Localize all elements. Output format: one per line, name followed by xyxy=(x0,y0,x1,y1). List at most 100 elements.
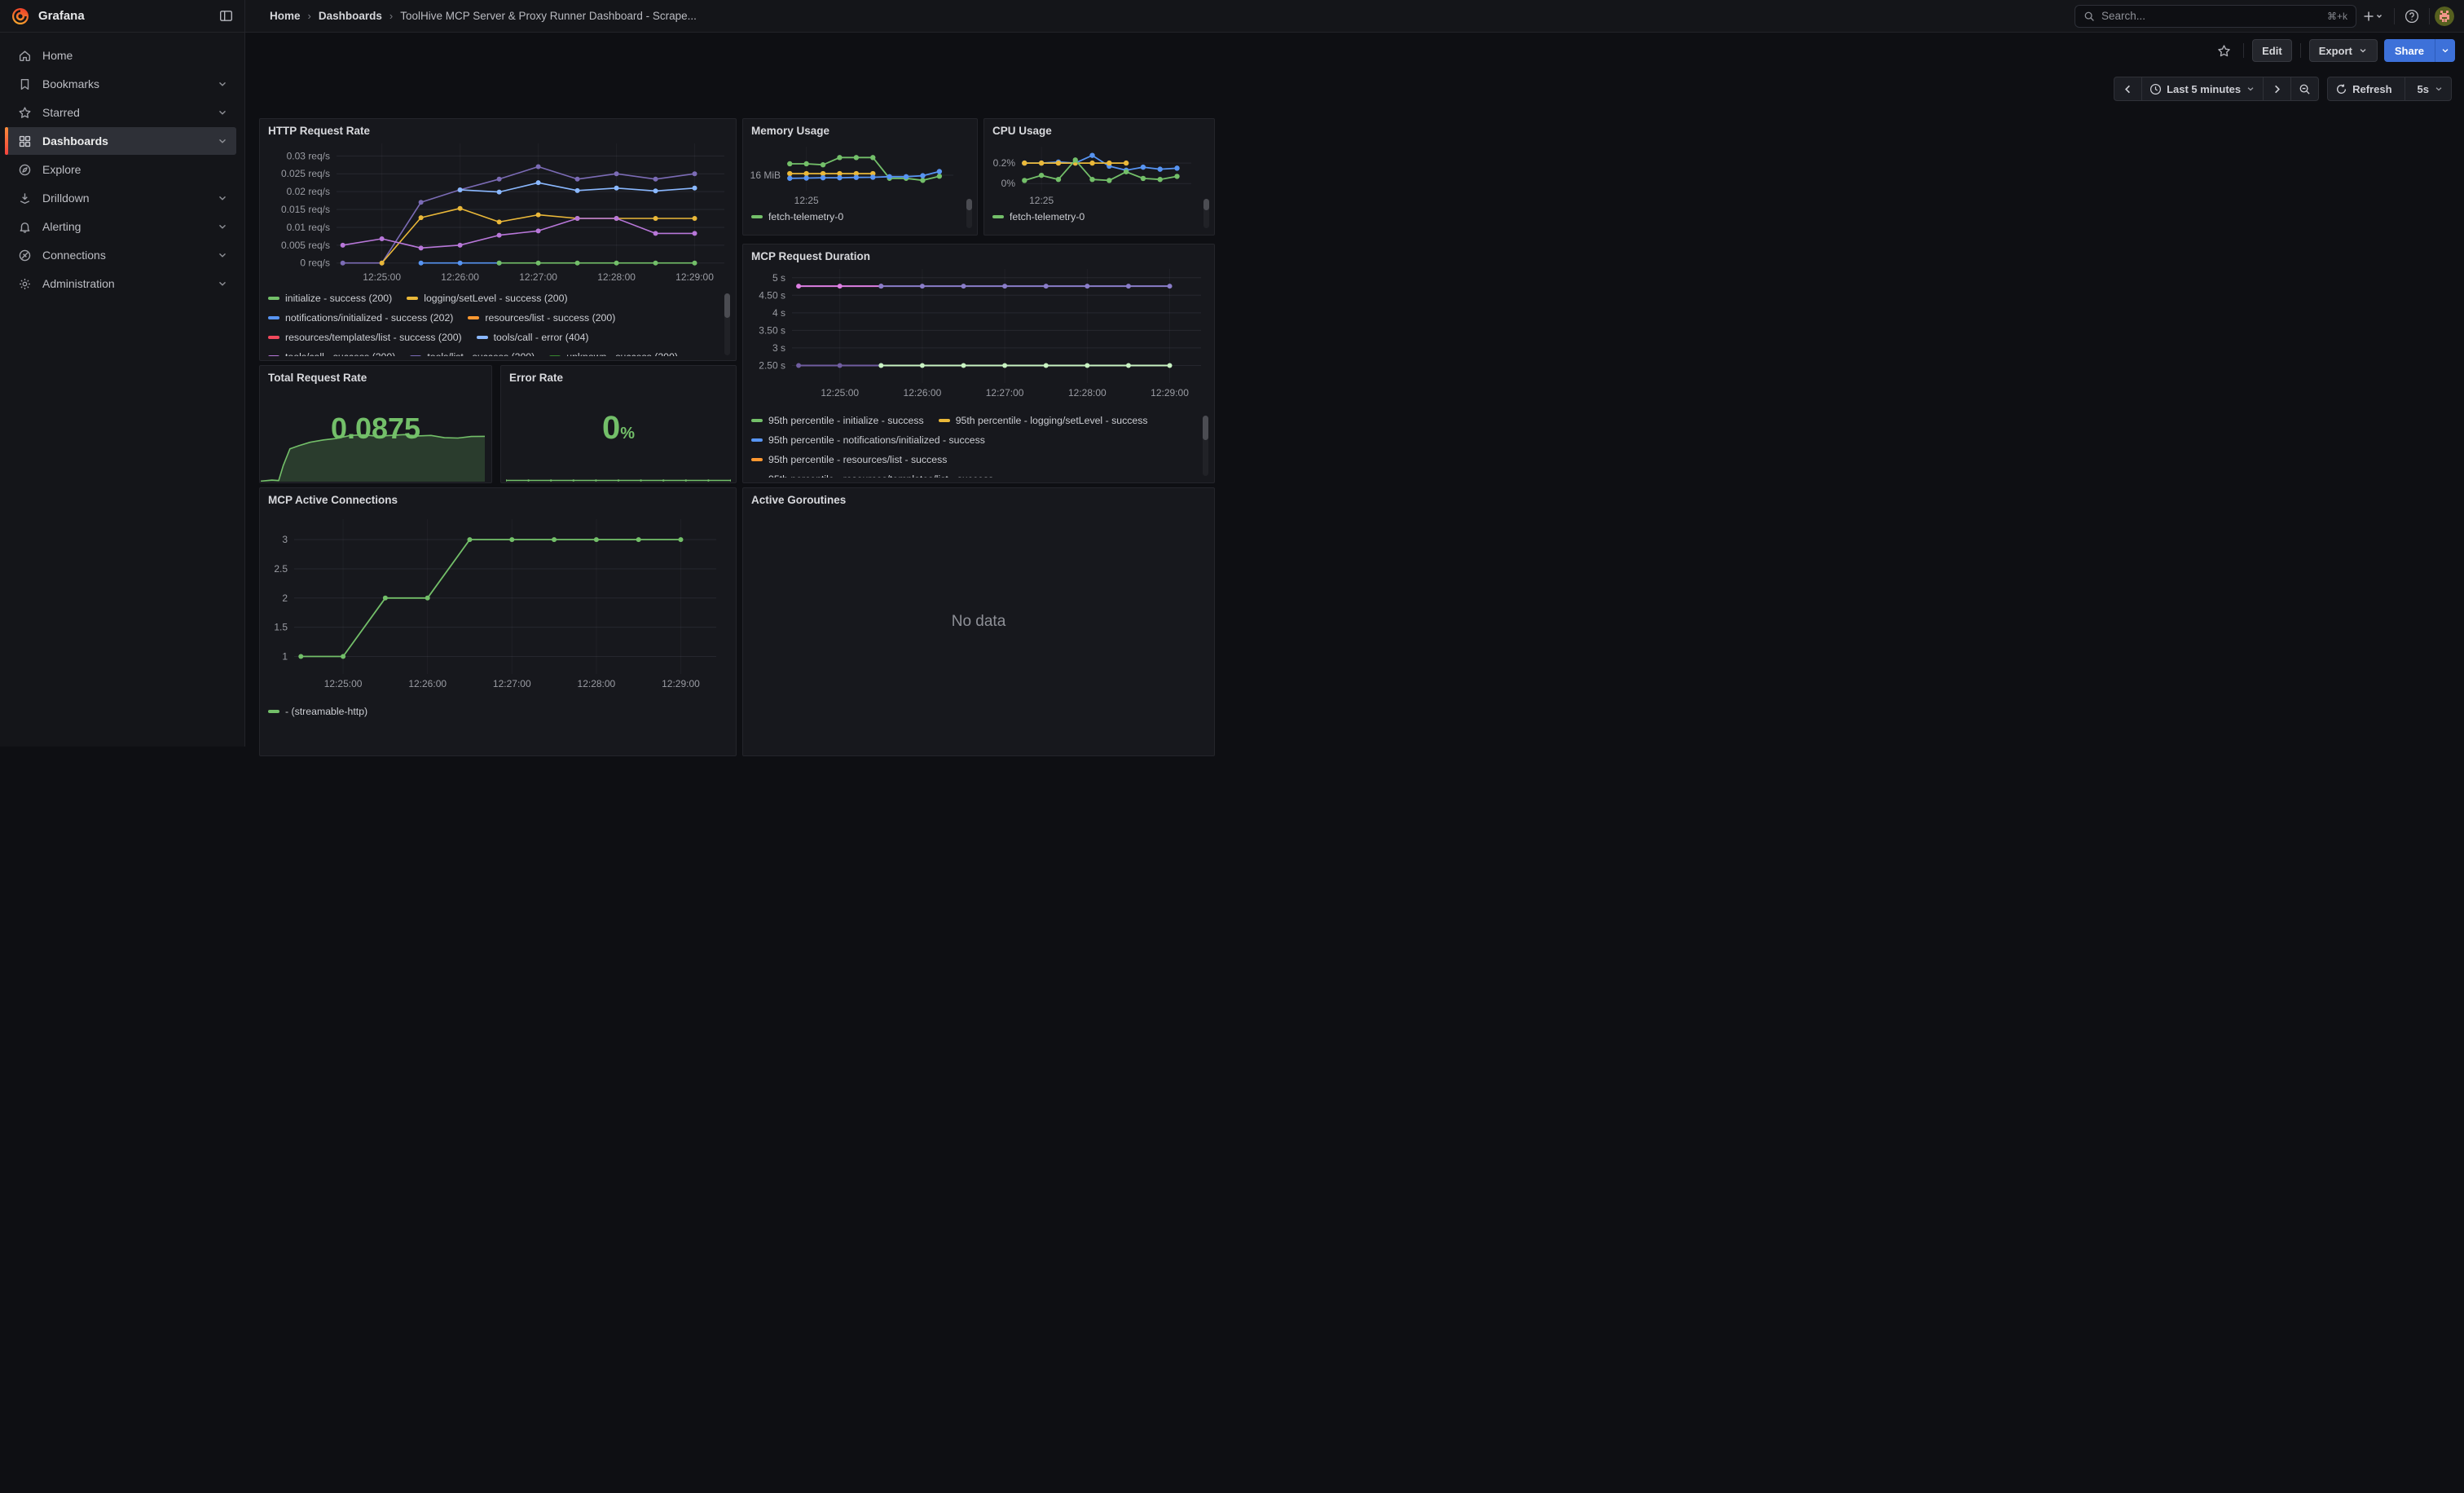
chevron-down-icon[interactable] xyxy=(217,78,228,90)
legend-item[interactable]: tools/call - error (404) xyxy=(477,332,589,343)
legend-item[interactable]: - (streamable-http) xyxy=(268,706,367,717)
chevron-down-icon[interactable] xyxy=(217,249,228,261)
sidebar-header: Grafana xyxy=(0,0,244,33)
refresh-group: Refresh 5s xyxy=(2327,77,2452,101)
total-request-rate-value: 0.0875 xyxy=(260,412,491,446)
plug-icon xyxy=(18,249,32,262)
star-icon xyxy=(18,106,32,120)
sidebar-item-label: Home xyxy=(42,49,73,62)
chevron-down-icon xyxy=(2246,84,2255,94)
sidebar-item-administration[interactable]: Administration xyxy=(5,270,236,297)
svg-text:4 s: 4 s xyxy=(772,307,785,319)
panel-title[interactable]: MCP Active Connections xyxy=(268,494,398,506)
sidebar-item-drilldown[interactable]: Drilldown xyxy=(5,184,236,212)
apps-icon xyxy=(18,134,32,148)
legend-item[interactable]: 95th percentile - initialize - success xyxy=(751,415,924,426)
share-button[interactable]: Share xyxy=(2384,39,2455,62)
svg-text:16 MiB: 16 MiB xyxy=(750,170,781,181)
sidebar-item-bookmarks[interactable]: Bookmarks xyxy=(5,70,236,98)
legend-label: notifications/initialized - success (202… xyxy=(285,312,453,324)
legend-scrollbar[interactable] xyxy=(724,293,730,355)
panel-title[interactable]: MCP Request Duration xyxy=(751,250,870,262)
chevron-down-icon[interactable] xyxy=(217,278,228,289)
cpu-usage-chart[interactable]: 12:250.2%0% xyxy=(988,139,1198,205)
legend-scrollbar[interactable] xyxy=(1203,416,1208,476)
chevron-down-icon[interactable] xyxy=(217,221,228,232)
memory-usage-chart[interactable]: 12:2516 MiB xyxy=(746,139,960,205)
panel-title[interactable]: HTTP Request Rate xyxy=(268,125,370,137)
sidebar-item-connections[interactable]: Connections xyxy=(5,241,236,269)
avatar[interactable] xyxy=(2435,7,2454,26)
panel-title[interactable]: Error Rate xyxy=(509,372,563,384)
chevron-down-icon[interactable] xyxy=(217,135,228,147)
sidebar-item-alerting[interactable]: Alerting xyxy=(5,213,236,240)
legend-scrollbar[interactable] xyxy=(966,199,972,228)
share-label[interactable]: Share xyxy=(2384,39,2435,62)
legend-label: 95th percentile - resources/list - succe… xyxy=(768,454,947,465)
legend-item[interactable]: 95th percentile - resources/templates/li… xyxy=(751,473,993,478)
svg-text:12:27:00: 12:27:00 xyxy=(519,271,557,283)
time-controls: Last 5 minutes Refresh 5s xyxy=(2114,77,2452,101)
legend-swatch xyxy=(477,336,488,339)
legend-item[interactable]: 95th percentile - logging/setLevel - suc… xyxy=(939,415,1148,426)
breadcrumb-home[interactable]: Home xyxy=(270,10,301,22)
legend-scrollbar[interactable] xyxy=(1203,199,1209,228)
http-request-rate-chart[interactable]: 12:25:0012:26:0012:27:0012:28:0012:29:00… xyxy=(266,137,731,292)
legend-item[interactable]: tools/list - success (200) xyxy=(410,351,535,356)
search-shortcut: ⌘+k xyxy=(2327,11,2347,22)
zoom-out-button[interactable] xyxy=(2290,77,2319,101)
svg-text:0.025 req/s: 0.025 req/s xyxy=(281,168,330,179)
sidebar-item-explore[interactable]: Explore xyxy=(5,156,236,183)
edit-button[interactable]: Edit xyxy=(2252,39,2292,62)
chevron-down-icon[interactable] xyxy=(217,192,228,204)
legend-item[interactable]: fetch-telemetry-0 xyxy=(751,211,843,222)
sidebar-item-label: Connections xyxy=(42,249,106,262)
chevron-down-icon[interactable] xyxy=(217,107,228,118)
panel-active-goroutines: Active Goroutines No data xyxy=(742,487,1215,756)
help-icon[interactable] xyxy=(2400,4,2424,29)
legend-swatch xyxy=(468,316,479,319)
mcp-request-duration-chart[interactable]: 12:25:0012:26:0012:27:0012:28:0012:29:00… xyxy=(750,262,1209,406)
sidebar-item-dashboards[interactable]: Dashboards xyxy=(5,127,236,155)
refresh-interval-picker[interactable]: 5s xyxy=(2405,77,2452,101)
time-range-picker[interactable]: Last 5 minutes xyxy=(2141,77,2264,101)
divider xyxy=(2243,43,2244,58)
panel-title[interactable]: Memory Usage xyxy=(751,125,829,137)
legend-item[interactable]: logging/setLevel - success (200) xyxy=(407,293,567,304)
compass-icon xyxy=(18,163,32,177)
sidebar-collapse-icon[interactable] xyxy=(219,9,233,23)
legend-item[interactable]: unknown - success (200) xyxy=(549,351,678,356)
legend-item[interactable]: resources/list - success (200) xyxy=(468,312,615,324)
add-new-button[interactable] xyxy=(2356,4,2389,29)
svg-text:12:25:00: 12:25:00 xyxy=(324,678,363,689)
share-menu-caret[interactable] xyxy=(2435,39,2455,62)
search-input[interactable]: Search... ⌘+k xyxy=(2075,5,2356,28)
legend-item[interactable]: fetch-telemetry-0 xyxy=(992,211,1085,222)
legend-swatch xyxy=(268,297,279,300)
favorite-star-icon[interactable] xyxy=(2212,39,2235,62)
mcp-active-connections-chart[interactable]: 12:25:0012:26:0012:27:0012:28:0012:29:00… xyxy=(266,511,724,695)
sidebar-item-home[interactable]: Home xyxy=(5,42,236,69)
export-label: Export xyxy=(2319,45,2352,57)
export-button[interactable]: Export xyxy=(2309,39,2378,62)
legend-item[interactable]: 95th percentile - notifications/initiali… xyxy=(751,434,985,446)
panel-title[interactable]: Total Request Rate xyxy=(268,372,367,384)
legend-item[interactable]: initialize - success (200) xyxy=(268,293,392,304)
time-shift-back-button[interactable] xyxy=(2114,77,2142,101)
legend-swatch xyxy=(751,419,763,422)
panel-title[interactable]: CPU Usage xyxy=(992,125,1052,137)
legend-item[interactable]: tools/call - success (200) xyxy=(268,351,395,356)
svg-text:5 s: 5 s xyxy=(772,272,785,284)
grafana-logo-icon[interactable] xyxy=(11,7,29,25)
legend-item[interactable]: resources/templates/list - success (200) xyxy=(268,332,462,343)
time-shift-forward-button[interactable] xyxy=(2263,77,2291,101)
active-indicator xyxy=(5,127,8,155)
chevron-down-icon xyxy=(2434,84,2444,94)
legend-item[interactable]: notifications/initialized - success (202… xyxy=(268,312,453,324)
refresh-button[interactable]: Refresh xyxy=(2327,77,2405,101)
sidebar-item-label: Starred xyxy=(42,106,80,119)
sidebar-item-starred[interactable]: Starred xyxy=(5,99,236,126)
time-range-label: Last 5 minutes xyxy=(2167,83,2241,95)
legend-item[interactable]: 95th percentile - resources/list - succe… xyxy=(751,454,947,465)
breadcrumb-dashboards[interactable]: Dashboards xyxy=(319,10,382,22)
